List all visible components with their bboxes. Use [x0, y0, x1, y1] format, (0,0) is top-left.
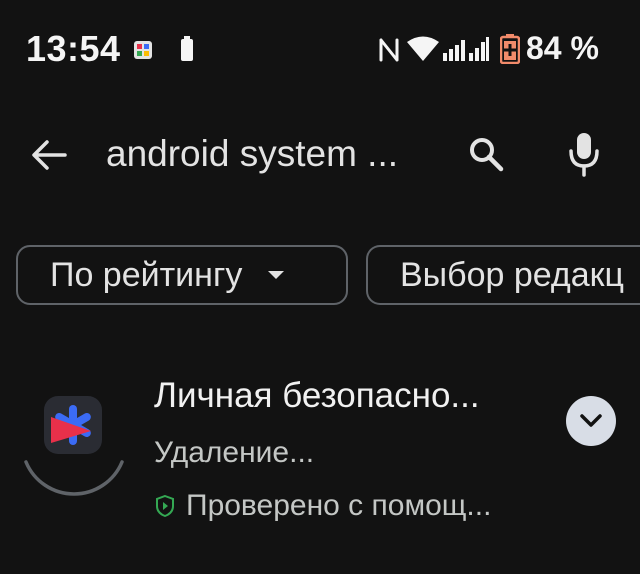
voice-search-button[interactable] [560, 128, 608, 180]
verified-badge-row: Проверено с помощ... [156, 488, 491, 524]
app-install-status: Удаление... [154, 436, 315, 469]
app-list-item[interactable]: Личная безопасно... Удаление... Проверен… [0, 360, 640, 550]
sort-by-rating-label: По рейтингу [50, 255, 243, 294]
safety-app-logo-icon [51, 405, 91, 445]
app-name: Личная безопасно... [154, 376, 480, 415]
back-button[interactable] [26, 132, 72, 178]
wifi-icon [407, 36, 439, 61]
expand-button[interactable] [566, 396, 616, 446]
search-button[interactable] [462, 130, 510, 178]
battery-small-icon [181, 36, 193, 61]
battery-percent: 84 % [526, 30, 599, 66]
chevron-down-icon [580, 414, 602, 427]
notification-app-icon [134, 41, 152, 59]
search-query-text[interactable]: android system ... [106, 133, 398, 175]
verified-shield-icon [156, 495, 174, 517]
editors-choice-label: Выбор редакц [400, 255, 625, 294]
nfc-icon [379, 38, 399, 62]
microphone-icon [569, 133, 599, 177]
sort-by-rating-chip[interactable]: По рейтингу [16, 245, 348, 305]
signal-icon [443, 37, 489, 61]
status-bar: 13:54 84 % [0, 0, 640, 100]
status-time: 13:54 [26, 28, 121, 69]
dropdown-arrow-icon [268, 271, 285, 279]
editors-choice-chip[interactable]: Выбор редакц [366, 245, 640, 305]
verified-text: Проверено с помощ... [186, 489, 492, 522]
arrow-back-icon [32, 140, 67, 170]
app-icon [44, 396, 102, 454]
battery-saver-icon [500, 34, 520, 64]
search-icon [470, 138, 504, 172]
